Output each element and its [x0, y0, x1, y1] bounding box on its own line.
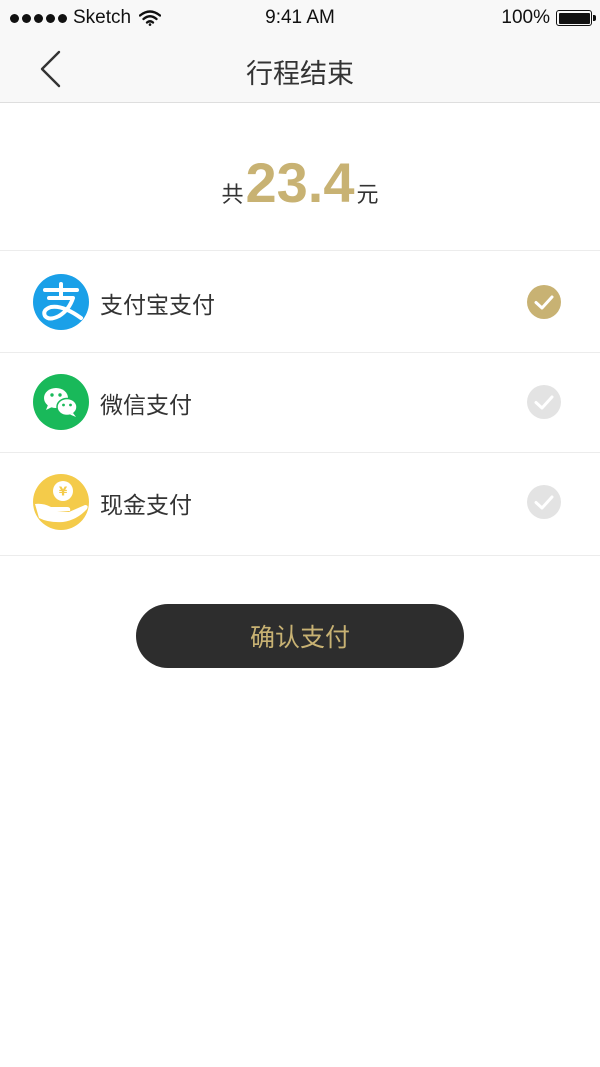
page-title: 行程结束: [246, 59, 354, 90]
payment-option-cash[interactable]: ¥ 现金支付: [0, 452, 600, 556]
total-prefix: 共: [221, 183, 244, 208]
cash-icon: ¥: [33, 474, 89, 530]
confirm-payment-button[interactable]: 确认支付: [136, 604, 464, 668]
total-amount: 共 23.4 元: [0, 155, 600, 211]
check-unselected-icon: [527, 485, 561, 519]
total-amount-value: 23.4: [245, 151, 355, 214]
alipay-icon: [33, 274, 89, 330]
status-bar: Sketch 9:41 AM 100%: [0, 0, 600, 36]
wechat-icon: [33, 374, 89, 430]
battery-percent: 100%: [501, 7, 550, 28]
fare-summary: 共 23.4 元: [0, 103, 600, 251]
check-unselected-icon: [527, 385, 561, 419]
payment-label: 微信支付: [100, 393, 192, 419]
payment-label: 现金支付: [100, 493, 192, 519]
svg-text:¥: ¥: [59, 485, 68, 499]
battery-icon: [556, 10, 596, 26]
payment-option-wechat[interactable]: 微信支付: [0, 352, 600, 453]
payment-option-alipay[interactable]: 支付宝支付: [0, 252, 600, 353]
payment-label: 支付宝支付: [100, 293, 215, 319]
check-selected-icon: [527, 285, 561, 319]
battery-group: 100%: [501, 7, 596, 29]
nav-bar: Sketch 9:41 AM 100% 行程结束: [0, 0, 600, 103]
total-suffix: 元: [356, 183, 379, 208]
